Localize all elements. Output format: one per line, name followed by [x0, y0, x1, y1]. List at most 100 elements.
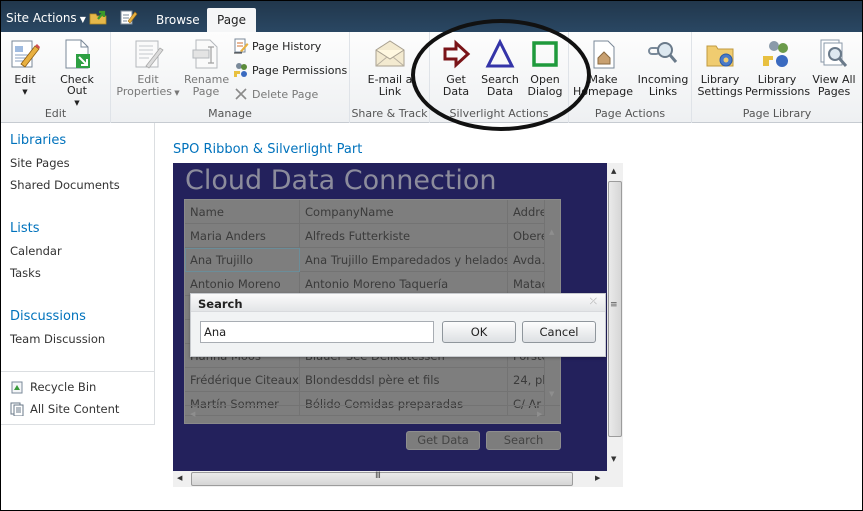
cell-company: Alfreds Futterkiste	[300, 224, 508, 248]
get-data-button[interactable]: Get Data	[438, 38, 474, 97]
nav-all-site-content-label: All Site Content	[30, 402, 120, 416]
rename-line1: Rename	[184, 73, 230, 86]
column-header-name[interactable]: Name	[185, 200, 300, 224]
make-homepage-button[interactable]: Make Homepage	[572, 38, 634, 97]
page-history-label: Page History	[252, 39, 322, 53]
edit-button-label: Edit	[14, 73, 36, 86]
check-out-button[interactable]: Check Out ▼	[49, 38, 105, 109]
page-history-button[interactable]: Page History	[233, 37, 321, 55]
tab-page[interactable]: Page	[207, 8, 257, 32]
email-line1: E-mail a	[367, 73, 413, 86]
column-header-companyname[interactable]: CompanyName	[300, 200, 508, 224]
library-settings-line2: Settings	[697, 85, 743, 98]
nav-heading-lists[interactable]: Lists	[10, 221, 40, 236]
chevron-down-icon: ▼	[79, 15, 86, 24]
dialog-header: Search ⤫	[191, 294, 605, 312]
get-data-line1: Get	[446, 73, 466, 86]
check-out-label: Check Out	[60, 73, 94, 97]
incoming-links-line1: Incoming	[637, 73, 689, 86]
search-data-line2: Data	[486, 85, 514, 98]
dialog-title: Search	[198, 297, 243, 311]
nav-heading-libraries[interactable]: Libraries	[10, 133, 66, 148]
search-input[interactable]	[200, 321, 434, 343]
cell-address: Obere	[508, 224, 545, 248]
scroll-down-icon[interactable]: ▼	[611, 455, 616, 463]
scroll-right-icon[interactable]: ▶	[595, 474, 600, 482]
library-permissions-line1: Library	[757, 73, 797, 86]
scroll-left-icon[interactable]: ◀	[177, 474, 182, 482]
group-label-page-library: Page Library	[742, 107, 812, 120]
delete-icon	[235, 88, 247, 100]
open-dialog-line1: Open	[530, 73, 560, 86]
page-permissions-label: Page Permissions	[252, 63, 348, 77]
nav-item-shared-documents[interactable]: Shared Documents	[10, 178, 120, 192]
delete-page-button[interactable]: Delete Page	[233, 85, 318, 103]
scroll-up-icon[interactable]: ▲	[611, 167, 616, 175]
table-row[interactable]: Frédérique Citeaux Blondesddsl père et f…	[185, 368, 545, 392]
nav-item-team-discussion[interactable]: Team Discussion	[10, 332, 105, 346]
scroll-grip-icon: III	[375, 471, 381, 481]
edit-button[interactable]: Edit ▼	[7, 38, 43, 98]
nav-divider	[1, 371, 154, 372]
email-line2: Link	[378, 85, 402, 98]
chevron-down-icon: ▼	[171, 89, 180, 97]
edit-properties-icon	[135, 40, 164, 69]
search-data-button[interactable]: Search Data	[480, 38, 520, 97]
ribbon: Edit ▼ Check Out ▼ Edit Edit Properties …	[1, 32, 862, 123]
open-dialog-button[interactable]: Open Dialog	[525, 38, 565, 97]
view-all-pages-line1: View All	[812, 73, 856, 86]
tab-browse[interactable]: Browse	[146, 8, 210, 32]
incoming-links-button[interactable]: Incoming Links	[635, 38, 691, 97]
library-settings-button[interactable]: Library Settings	[697, 38, 743, 97]
table-row[interactable]: Maria Anders Alfreds Futterkiste Obere	[185, 224, 545, 248]
library-settings-icon	[706, 45, 734, 67]
vertical-scrollbar[interactable]: ▲ ≡ ▼	[607, 163, 623, 471]
check-out-icon	[65, 39, 90, 69]
ok-button[interactable]: OK	[442, 321, 516, 343]
nav-item-site-pages[interactable]: Site Pages	[10, 156, 70, 170]
get-data-sl-button[interactable]: Get Data	[406, 431, 480, 450]
scroll-up-icon[interactable]: ▲	[549, 228, 554, 236]
nav-heading-discussions[interactable]: Discussions	[10, 309, 86, 324]
edit-properties-button[interactable]: Edit Properties ▼	[116, 38, 180, 99]
table-row-selected[interactable]: Ana Trujillo Ana Trujillo Emparedados y …	[185, 248, 545, 272]
cancel-button[interactable]: Cancel	[522, 321, 596, 343]
horizontal-scrollbar[interactable]: ◀ III ▶	[173, 471, 607, 487]
open-dialog-line2: Dialog	[527, 85, 563, 98]
close-icon[interactable]: ⤫	[590, 297, 597, 307]
cell-address: 24, pl	[508, 368, 545, 392]
scroll-down-icon[interactable]: ▼	[549, 390, 554, 398]
webpart-title[interactable]: SPO Ribbon & Silverlight Part	[173, 142, 362, 157]
incoming-links-line2: Links	[648, 85, 678, 98]
quick-launch: Libraries Site Pages Shared Documents Li…	[1, 123, 155, 425]
horizontal-scroll-thumb[interactable]	[191, 472, 573, 486]
library-settings-line1: Library	[700, 73, 740, 86]
all-site-content-icon	[10, 402, 24, 416]
navigate-up-icon[interactable]	[89, 9, 107, 25]
arrow-right-icon	[443, 39, 471, 69]
nav-item-calendar[interactable]: Calendar	[10, 244, 62, 258]
email-link-button[interactable]: E-mail a Link	[364, 38, 416, 97]
get-data-line2: Data	[442, 85, 470, 98]
rename-page-button[interactable]: Rename Page	[184, 38, 230, 97]
nav-item-tasks[interactable]: Tasks	[10, 266, 41, 280]
column-header-address[interactable]: Addre	[508, 200, 545, 224]
group-label-page-actions: Page Actions	[594, 107, 666, 120]
grid-horizontal-scrollbar[interactable]: ◀ ▶	[185, 405, 560, 423]
edit-properties-line2: Properties	[116, 85, 172, 98]
scroll-left-icon[interactable]: ◀	[190, 410, 195, 418]
nav-recycle-bin[interactable]: Recycle Bin	[10, 380, 96, 394]
search-data-line1: Search	[481, 73, 519, 86]
make-homepage-line1: Make	[588, 73, 618, 86]
group-label-share-track: Share & Track	[351, 107, 428, 120]
scroll-right-icon[interactable]: ▶	[537, 410, 542, 418]
site-actions-menu[interactable]: Site Actions ▼	[6, 11, 86, 25]
search-sl-button[interactable]: Search	[486, 431, 561, 450]
page-permissions-button[interactable]: Page Permissions	[233, 61, 347, 79]
nav-all-site-content[interactable]: All Site Content	[10, 402, 119, 416]
edit-page-icon[interactable]	[120, 9, 138, 25]
library-permissions-button[interactable]: Library Permissions	[745, 38, 810, 97]
grid-header-row: Name CompanyName Addre	[185, 200, 545, 224]
view-all-pages-button[interactable]: View All Pages	[810, 38, 858, 97]
group-label-edit: Edit	[44, 107, 67, 120]
